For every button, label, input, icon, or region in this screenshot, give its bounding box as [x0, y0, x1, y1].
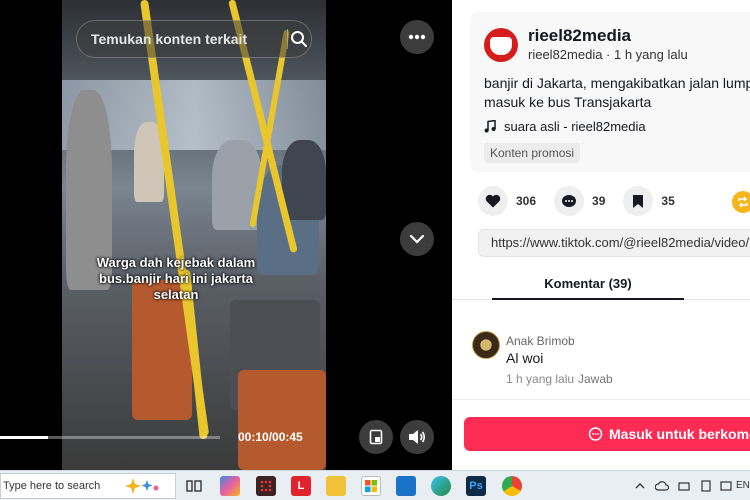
search-icon — [291, 31, 308, 47]
login-to-comment-button[interactable]: Masuk untuk berkome — [464, 417, 750, 451]
dotted-app-icon[interactable] — [256, 476, 276, 496]
heart-icon — [485, 194, 501, 208]
comment-button[interactable] — [554, 186, 585, 216]
next-video-button[interactable] — [400, 222, 434, 256]
author-avatar[interactable] — [484, 28, 518, 62]
commenter-avatar[interactable] — [472, 331, 500, 359]
photoshop-icon[interactable]: Ps — [466, 476, 486, 496]
save-button[interactable] — [623, 186, 654, 216]
comment-text: Al woi — [506, 350, 544, 366]
music-title: suara asli - rieel82media — [504, 119, 646, 134]
video-search-bar[interactable] — [76, 20, 312, 58]
post-description-line: banjir di Jakarta, mengakibatkan jalan l… — [484, 75, 750, 91]
promo-badge: Konten promosi — [484, 143, 581, 163]
picture-in-picture-icon — [369, 429, 383, 445]
search-input[interactable] — [77, 31, 287, 47]
l-app-icon[interactable]: L — [291, 476, 311, 496]
music-note-icon — [484, 120, 496, 133]
repost-icon — [738, 196, 748, 208]
keyboard-icon[interactable] — [716, 476, 736, 496]
side-panel: rieel82media rieel82media · 1 h yang lal… — [452, 0, 750, 470]
input-language[interactable]: EN — [736, 480, 750, 491]
video-progress-bar[interactable] — [0, 436, 220, 439]
edge-icon[interactable] — [431, 476, 451, 496]
sparkle-icon — [125, 478, 159, 494]
post-description-line: masuk ke bus Transjakarta — [484, 94, 652, 110]
chevron-down-icon — [409, 234, 425, 244]
reply-button[interactable]: Jawab — [578, 372, 613, 386]
task-view-icon[interactable] — [184, 476, 204, 496]
more-icon — [408, 34, 426, 40]
video-link-field[interactable]: https://www.tiktok.com/@rieel82media/vid… — [478, 229, 750, 257]
bus-seat — [238, 370, 326, 470]
post-description: banjir di Jakarta, mengakibatkan jalan l… — [484, 74, 750, 112]
author-username[interactable]: rieel82media — [528, 26, 631, 46]
more-options-button[interactable] — [400, 20, 434, 54]
comment-time: 1 h yang lalu — [506, 372, 575, 386]
avatar-logo — [490, 37, 512, 55]
tab-comments[interactable]: Komentar (39) — [492, 276, 684, 291]
video-subtitle: Warga dah kejebak dalam bus.banjir hari … — [96, 255, 256, 302]
pip-button[interactable] — [359, 420, 393, 454]
comment-divider — [452, 399, 750, 400]
post-meta: rieel82media · 1 h yang lalu — [528, 47, 688, 62]
video-time: 00:10/00:45 — [238, 430, 303, 444]
login-button-label: Masuk untuk berkome — [609, 426, 750, 442]
save-count: 35 — [661, 194, 675, 208]
network-icon[interactable] — [674, 476, 694, 496]
video-player[interactable]: Warga dah kejebak dalam bus.banjir hari … — [0, 0, 452, 470]
speaker-icon — [409, 430, 426, 444]
tab-active-indicator — [492, 298, 684, 300]
post-music[interactable]: suara asli - rieel82media — [484, 119, 646, 134]
copilot-icon[interactable] — [220, 476, 240, 496]
volume-button[interactable] — [400, 420, 434, 454]
like-button[interactable] — [478, 186, 508, 216]
chrome-icon[interactable] — [502, 476, 522, 496]
video-frame[interactable] — [62, 0, 326, 470]
chevron-up-icon[interactable] — [630, 476, 650, 496]
post-actions: 306 39 35 — [478, 186, 693, 216]
comment-plus-icon — [588, 426, 603, 441]
like-count: 306 — [516, 194, 537, 208]
comment-bubble-icon — [562, 194, 577, 207]
cloud-icon[interactable] — [652, 476, 672, 496]
post-card: rieel82media rieel82media · 1 h yang lal… — [470, 12, 750, 172]
comment-author[interactable]: Anak Brimob — [506, 334, 575, 348]
mail-icon[interactable] — [396, 476, 416, 496]
search-button[interactable] — [288, 20, 311, 58]
taskbar-search-input[interactable] — [1, 480, 121, 492]
comment-count: 39 — [592, 194, 606, 208]
screen: Warga dah kejebak dalam bus.banjir hari … — [0, 0, 750, 500]
file-explorer-icon[interactable] — [326, 476, 346, 496]
taskbar-search[interactable] — [0, 473, 176, 499]
video-progress-fill — [0, 436, 49, 439]
passenger — [282, 140, 326, 220]
repost-button[interactable] — [732, 191, 750, 213]
windows-taskbar: L Ps EN — [0, 470, 750, 500]
device-icon[interactable] — [696, 476, 716, 496]
bookmark-icon — [633, 194, 644, 208]
store-icon[interactable] — [361, 476, 381, 496]
